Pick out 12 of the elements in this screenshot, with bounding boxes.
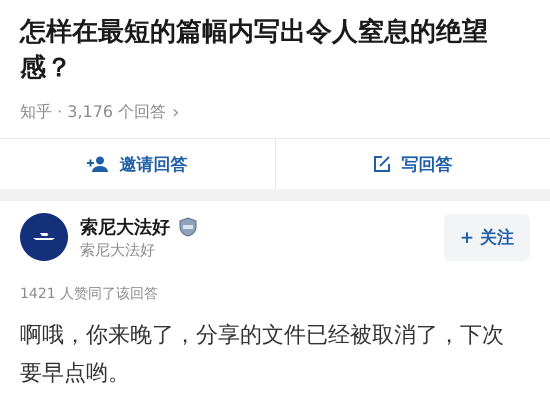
author-subtitle: 索尼大法好 [80, 240, 156, 260]
follow-button[interactable]: + 关注 [444, 214, 530, 260]
add-person-icon [87, 156, 110, 172]
vote-count: 1421 人赞同了该回答 [20, 285, 160, 303]
avatar-icon[interactable] [20, 213, 68, 261]
chevron-icon: › [172, 102, 180, 122]
author-name[interactable]: 索尼大法好 [80, 214, 170, 238]
edit-icon [373, 155, 392, 173]
badge-icon [178, 216, 198, 236]
answer-text: 啊哦，你来晚了，分享的文件已经被取消了，下次要早点哟。 [20, 322, 505, 388]
question-title: 怎样在最短的篇幅内写出令人窒息的绝望感？ [20, 16, 489, 85]
answer-count-link[interactable]: 知乎 · 3,176 个回答 [20, 102, 166, 122]
